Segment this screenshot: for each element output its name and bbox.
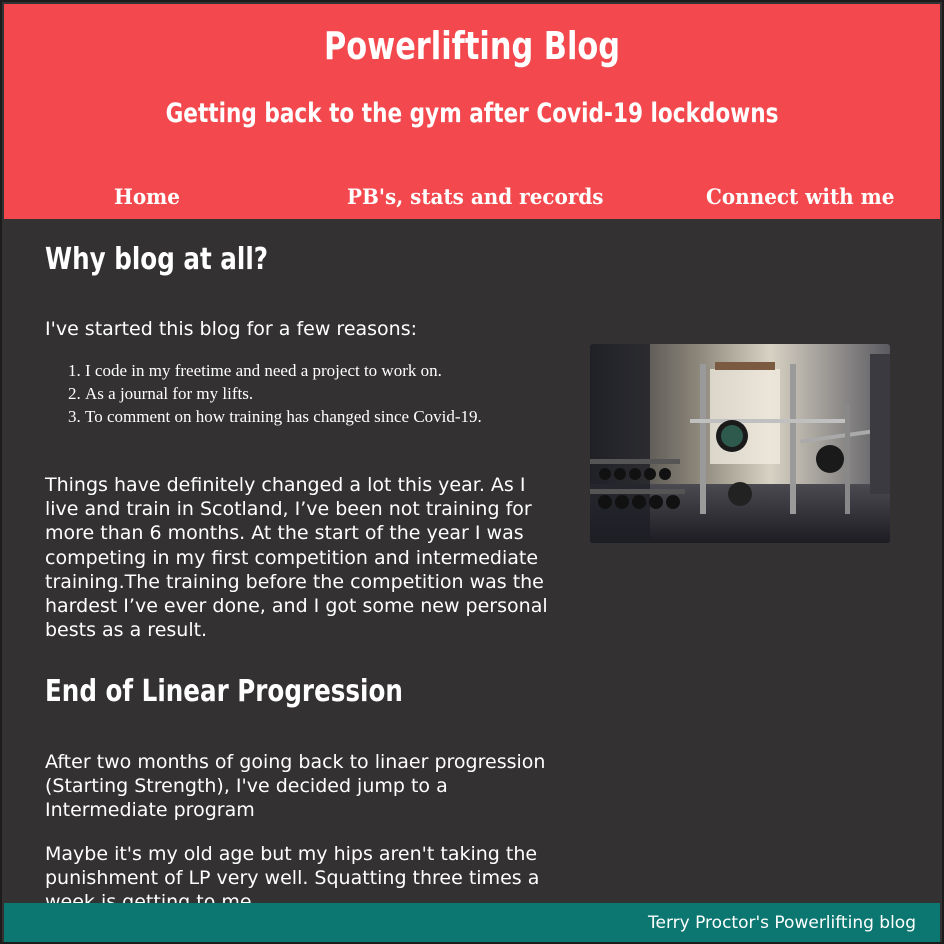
page-frame: Powerlifting Blog Getting back to the gy… [0, 0, 944, 944]
site-title: Powerlifting Blog [323, 24, 621, 68]
body-paragraph: Things have definitely changed a lot thi… [45, 474, 548, 642]
section-heading-why-blog: Why blog at all? [45, 242, 269, 277]
nav-connect-link[interactable]: Connect with me [706, 184, 894, 209]
list-item: I code in my freetime and need a project… [85, 359, 535, 382]
body-paragraph-progression: After two months of going back to linaer… [45, 751, 546, 822]
nav-pbs-link[interactable]: PB's, stats and records [347, 184, 604, 209]
footer-text: Terry Proctor's Powerlifting blog [648, 913, 916, 933]
reasons-list: I code in my freetime and need a project… [45, 359, 535, 428]
gym-photo [590, 344, 890, 543]
site-footer: Terry Proctor's Powerlifting blog [4, 903, 940, 942]
section-heading-end-linear: End of Linear Progression [45, 674, 403, 709]
site-subtitle: Getting back to the gym after Covid-19 l… [165, 98, 779, 129]
list-item: As a journal for my lifts. [85, 382, 535, 405]
nav-home-link[interactable]: Home [114, 184, 180, 209]
list-item: To comment on how training has changed s… [85, 405, 535, 428]
intro-paragraph: I've started this blog for a few reasons… [45, 318, 418, 340]
site-header: Powerlifting Blog Getting back to the gy… [4, 4, 940, 219]
